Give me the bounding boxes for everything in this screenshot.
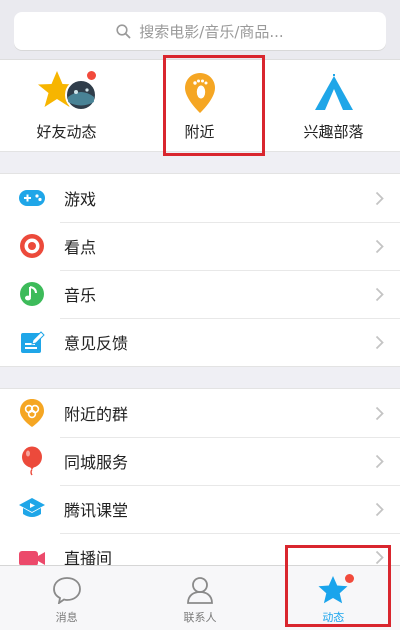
quick-item-label: 兴趣部落 bbox=[303, 123, 364, 141]
watch-point-icon bbox=[18, 232, 46, 260]
menu-group-1: 游戏 看点 音乐 意见反馈 bbox=[0, 173, 400, 367]
menu-item-label: 看点 bbox=[64, 238, 97, 257]
tab-contacts[interactable]: 联系人 bbox=[133, 566, 266, 630]
search-placeholder: 搜索电影/音乐/商品... bbox=[139, 22, 284, 41]
menu-item-feedback[interactable]: 意见反馈 bbox=[0, 318, 400, 366]
quick-item-friend-feed[interactable]: 好友动态 bbox=[0, 60, 133, 152]
gamepad-icon bbox=[18, 184, 46, 212]
search-header: 搜索电影/音乐/商品... bbox=[0, 0, 400, 60]
menu-item-label: 游戏 bbox=[64, 190, 97, 209]
menu-group-2: 附近的群 同城服务 腾讯课堂 直播间 bbox=[0, 388, 400, 582]
tab-feed[interactable]: 动态 bbox=[267, 566, 400, 630]
menu-item-label: 同城服务 bbox=[64, 453, 129, 472]
quick-item-nearby[interactable]: 附近 bbox=[133, 60, 266, 152]
menu-item-watch-point[interactable]: 看点 bbox=[0, 222, 400, 270]
chat-bubble-icon bbox=[52, 574, 82, 606]
menu-item-tencent-classroom[interactable]: 腾讯课堂 bbox=[0, 485, 400, 533]
balloon-icon bbox=[18, 446, 46, 476]
search-input[interactable]: 搜索电影/音乐/商品... bbox=[14, 12, 386, 50]
search-icon bbox=[116, 23, 131, 38]
menu-item-label: 音乐 bbox=[64, 286, 97, 305]
classroom-icon bbox=[18, 495, 46, 523]
menu-item-music[interactable]: 音乐 bbox=[0, 270, 400, 318]
nearby-group-icon bbox=[18, 399, 46, 427]
star-icon bbox=[317, 574, 355, 606]
friend-feed-icon bbox=[35, 69, 99, 117]
chevron-right-icon bbox=[375, 406, 384, 420]
contacts-person-icon bbox=[185, 574, 215, 606]
tab-label: 动态 bbox=[322, 611, 345, 624]
menu-item-city-services[interactable]: 同城服务 bbox=[0, 437, 400, 485]
music-note-icon bbox=[18, 280, 46, 308]
chevron-right-icon bbox=[375, 287, 384, 301]
tent-icon bbox=[302, 69, 366, 117]
feedback-edit-icon bbox=[18, 328, 46, 356]
menu-item-nearby-groups[interactable]: 附近的群 bbox=[0, 389, 400, 437]
chevron-right-icon bbox=[375, 191, 384, 205]
quick-item-label: 附近 bbox=[184, 123, 215, 141]
chevron-right-icon bbox=[375, 550, 384, 564]
menu-item-label: 意见反馈 bbox=[64, 334, 129, 353]
menu-item-label: 腾讯课堂 bbox=[64, 501, 129, 520]
tab-label: 联系人 bbox=[183, 611, 217, 624]
tab-messages[interactable]: 消息 bbox=[0, 566, 133, 630]
chevron-right-icon bbox=[375, 239, 384, 253]
quick-item-interest-tribe[interactable]: 兴趣部落 bbox=[267, 60, 400, 152]
tab-label: 消息 bbox=[55, 611, 78, 624]
menu-item-label: 附近的群 bbox=[64, 405, 129, 424]
friend-feed-badge bbox=[86, 71, 96, 80]
chevron-right-icon bbox=[375, 335, 384, 349]
menu-item-games[interactable]: 游戏 bbox=[0, 174, 400, 222]
quick-item-label: 好友动态 bbox=[36, 123, 97, 141]
feed-badge bbox=[345, 574, 355, 583]
chevron-right-icon bbox=[375, 502, 384, 516]
chevron-right-icon bbox=[375, 454, 384, 468]
bottom-tab-bar: 消息 联系人 动态 bbox=[0, 565, 400, 630]
quick-entries: 好友动态 附近 兴趣部落 bbox=[0, 60, 400, 152]
nearby-footprint-icon bbox=[168, 69, 232, 117]
